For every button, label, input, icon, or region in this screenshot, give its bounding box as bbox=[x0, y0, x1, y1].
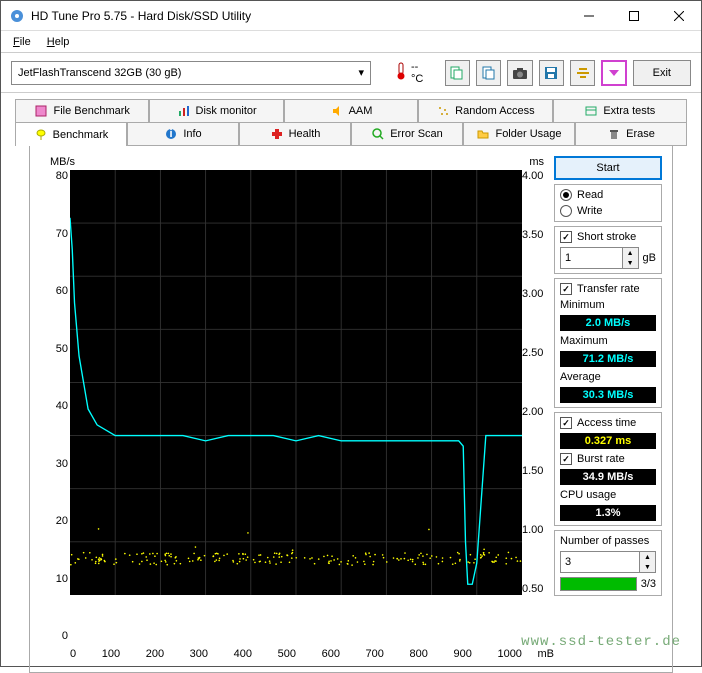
health-icon bbox=[270, 127, 284, 141]
error-scan-icon bbox=[371, 127, 385, 141]
minimize-button[interactable] bbox=[566, 1, 611, 30]
tab-benchmark[interactable]: Benchmark bbox=[15, 122, 127, 146]
copy-screenshot-button[interactable] bbox=[476, 60, 501, 86]
erase-icon bbox=[607, 127, 621, 141]
file-benchmark-icon bbox=[34, 104, 48, 118]
tab-error-scan[interactable]: Error Scan bbox=[351, 122, 463, 146]
min-value: 2.0 MB/s bbox=[560, 315, 656, 331]
access-time-check[interactable]: Access time bbox=[560, 417, 656, 429]
device-select[interactable]: JetFlashTranscend 32GB (30 gB) ▾ bbox=[11, 61, 371, 85]
tab-disk-monitor[interactable]: Disk monitor bbox=[149, 99, 283, 123]
folder-icon bbox=[476, 127, 490, 141]
passes-input[interactable]: 3▲▼ bbox=[560, 551, 656, 573]
app-icon bbox=[9, 8, 25, 24]
svg-text:i: i bbox=[170, 128, 173, 140]
benchmark-icon bbox=[34, 128, 48, 142]
screenshot-button[interactable] bbox=[507, 60, 532, 86]
short-stroke-check[interactable]: Short stroke bbox=[560, 231, 656, 243]
tab-file-benchmark[interactable]: File Benchmark bbox=[15, 99, 149, 123]
menu-help[interactable]: Help bbox=[41, 34, 76, 50]
burst-rate-check[interactable]: Burst rate bbox=[560, 453, 656, 465]
maximize-button[interactable] bbox=[611, 1, 656, 30]
tab-folder-usage[interactable]: Folder Usage bbox=[463, 122, 575, 146]
tab-random-access[interactable]: Random Access bbox=[418, 99, 552, 123]
transfer-rate-check[interactable]: Transfer rate bbox=[560, 283, 656, 295]
avg-value: 30.3 MB/s bbox=[560, 387, 656, 403]
access-value: 0.327 ms bbox=[560, 433, 656, 449]
write-radio[interactable]: Write bbox=[560, 205, 656, 217]
aam-icon bbox=[330, 104, 344, 118]
options-button[interactable] bbox=[570, 60, 595, 86]
tab-extra-tests[interactable]: Extra tests bbox=[553, 99, 687, 123]
chevron-down-icon: ▾ bbox=[358, 66, 364, 79]
burst-value: 34.9 MB/s bbox=[560, 469, 656, 485]
tab-health[interactable]: Health bbox=[239, 122, 351, 146]
tab-info[interactable]: iInfo bbox=[127, 122, 239, 146]
info-icon: i bbox=[164, 127, 178, 141]
copy-info-button[interactable] bbox=[445, 60, 470, 86]
extra-tests-icon bbox=[584, 104, 598, 118]
minimize-tray-button[interactable] bbox=[601, 60, 626, 86]
close-button[interactable] bbox=[656, 1, 701, 30]
read-radio[interactable]: Read bbox=[560, 189, 656, 201]
tab-aam[interactable]: AAM bbox=[284, 99, 418, 123]
benchmark-chart: MB/s ms 80706050403020100 4.003.503.002.… bbox=[40, 156, 546, 662]
short-stroke-input[interactable]: 1▲▼ bbox=[560, 247, 639, 269]
random-access-icon bbox=[436, 104, 450, 118]
disk-monitor-icon bbox=[177, 104, 191, 118]
menu-file[interactable]: File bbox=[7, 34, 37, 50]
cpu-value: 1.3% bbox=[560, 505, 656, 521]
passes-progress: 3/3 bbox=[560, 577, 656, 591]
thermometer-icon bbox=[395, 62, 407, 83]
exit-button[interactable]: Exit bbox=[633, 60, 691, 86]
window-title: HD Tune Pro 5.75 - Hard Disk/SSD Utility bbox=[31, 9, 566, 23]
temperature-display: -- °C bbox=[395, 61, 433, 85]
tab-erase[interactable]: Erase bbox=[575, 122, 687, 146]
save-button[interactable] bbox=[539, 60, 564, 86]
max-value: 71.2 MB/s bbox=[560, 351, 656, 367]
start-button[interactable]: Start bbox=[554, 156, 662, 180]
